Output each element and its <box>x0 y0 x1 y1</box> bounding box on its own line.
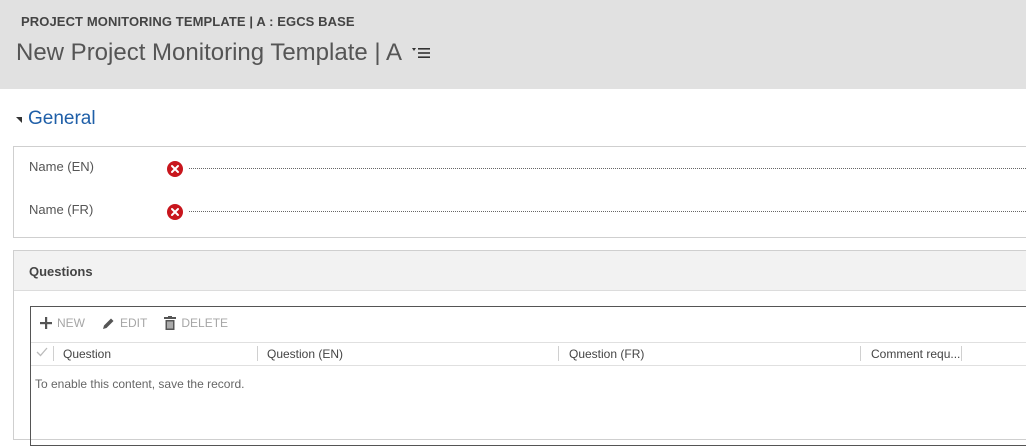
edit-button-label: EDIT <box>120 316 148 330</box>
trash-icon <box>164 316 177 330</box>
name-fr-input[interactable] <box>189 211 1026 212</box>
column-question-en[interactable]: Question (EN) <box>267 347 343 361</box>
subgrid-column-header: Question Question (EN) Question (FR) Com… <box>31 342 1026 366</box>
questions-title: Questions <box>29 264 93 279</box>
column-comment-required[interactable]: Comment requ... <box>871 347 960 361</box>
empty-grid-message: To enable this content, save the record. <box>35 377 245 391</box>
list-menu-icon[interactable] <box>411 46 430 64</box>
questions-section: Questions NEW EDIT DELETE Question Quest… <box>13 250 1026 446</box>
title-row: New Project Monitoring Template | A <box>16 39 430 67</box>
questions-header: Questions <box>14 251 1026 291</box>
general-section: Name (EN) Name (FR) <box>13 146 1026 238</box>
new-button[interactable]: NEW <box>40 316 85 330</box>
column-separator <box>257 346 258 361</box>
delete-button[interactable]: DELETE <box>164 316 228 330</box>
collapse-caret-icon <box>16 117 22 123</box>
column-separator <box>860 346 861 361</box>
required-error-icon <box>167 204 183 225</box>
name-en-label: Name (EN) <box>29 159 95 174</box>
breadcrumb: PROJECT MONITORING TEMPLATE | A : EGCS B… <box>21 14 355 29</box>
subgrid-toolbar: NEW EDIT DELETE <box>40 316 245 330</box>
section-title-general: General <box>28 108 96 129</box>
select-all-checkmark-icon[interactable] <box>36 346 48 361</box>
column-separator <box>558 346 559 361</box>
new-button-label: NEW <box>57 316 85 330</box>
column-separator <box>53 346 54 361</box>
column-separator <box>961 346 962 361</box>
required-error-icon <box>167 161 183 182</box>
name-en-input[interactable] <box>189 168 1026 169</box>
column-question[interactable]: Question <box>63 347 111 361</box>
name-en-row: Name (EN) <box>14 159 1026 183</box>
page-title: New Project Monitoring Template | A <box>16 39 402 66</box>
name-fr-row: Name (FR) <box>14 202 1026 226</box>
questions-subgrid: NEW EDIT DELETE Question Question (EN) Q… <box>30 306 1026 446</box>
column-question-fr[interactable]: Question (FR) <box>569 347 644 361</box>
plus-icon <box>40 317 52 329</box>
form-header: PROJECT MONITORING TEMPLATE | A : EGCS B… <box>0 0 1026 89</box>
edit-button[interactable]: EDIT <box>102 316 147 330</box>
pencil-icon <box>103 318 114 329</box>
name-fr-label: Name (FR) <box>29 202 94 217</box>
delete-button-label: DELETE <box>181 316 229 330</box>
general-section-toggle[interactable]: General <box>16 108 96 130</box>
